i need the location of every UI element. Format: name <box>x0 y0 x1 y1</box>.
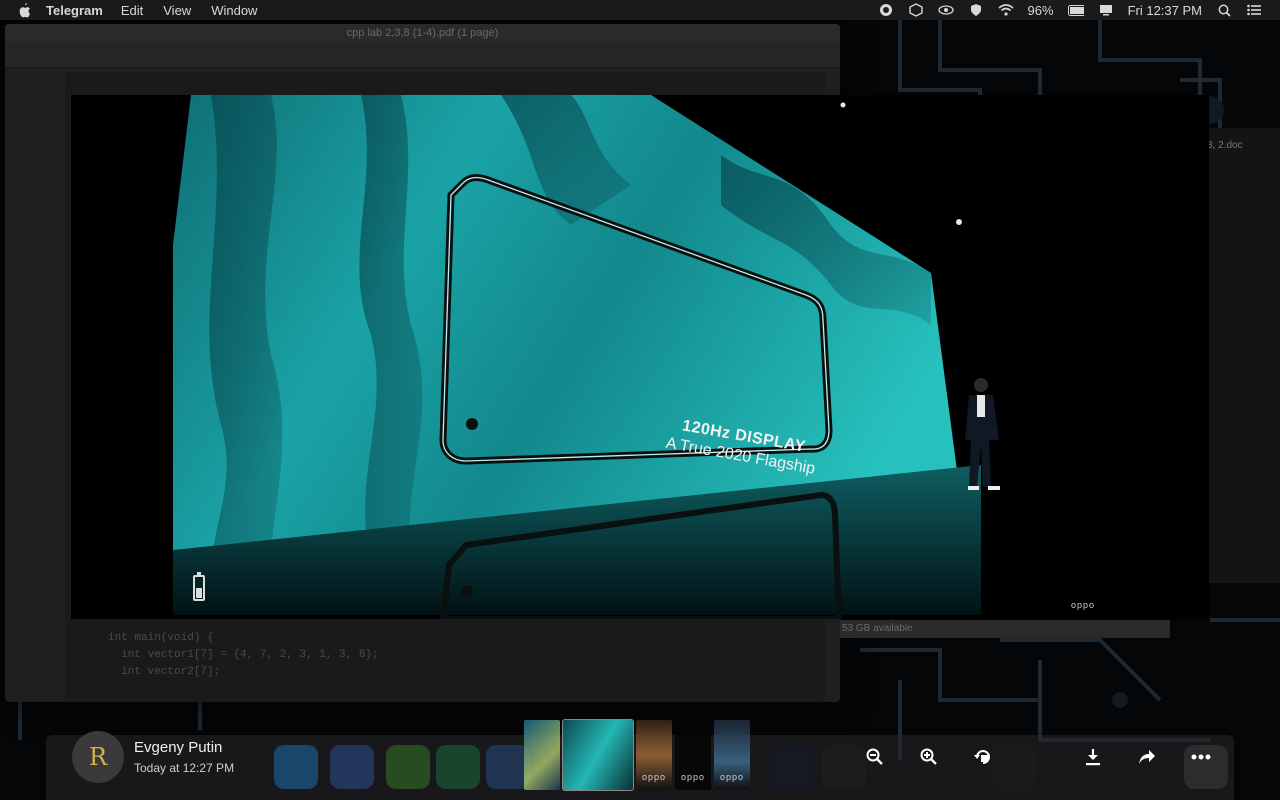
display-icon[interactable] <box>1098 3 1114 17</box>
brand-watermark: oppo <box>1071 600 1096 610</box>
zoom-in-button[interactable] <box>902 742 956 772</box>
record-icon[interactable] <box>878 3 894 17</box>
thumbnail-item[interactable] <box>524 720 560 790</box>
preview-toolbar <box>5 42 840 68</box>
thumbnail-item[interactable]: oppo <box>714 720 750 790</box>
media-viewer-actions <box>848 742 1228 772</box>
download-icon <box>1086 749 1100 766</box>
dock-app-skype-icon[interactable] <box>274 745 318 789</box>
wifi-icon[interactable] <box>998 3 1014 17</box>
zoom-out-button[interactable] <box>848 742 902 772</box>
side-doc-label: 3, 2.doc <box>1207 140 1243 151</box>
storage-status-bar: 53 GB available <box>840 620 1170 638</box>
thumbnail-item[interactable]: oppo <box>675 720 711 790</box>
avatar-logo-icon: R <box>88 743 108 771</box>
code-line: int main(void) { <box>108 632 214 644</box>
dock-app-excel-icon[interactable] <box>436 745 480 789</box>
thumbnail-item[interactable]: oppo <box>636 720 672 790</box>
media-thumbnail-strip: oppo oppo oppo <box>524 719 750 791</box>
shield-icon[interactable] <box>968 3 984 17</box>
zoom-out-icon <box>866 748 883 765</box>
media-viewer-photo[interactable]: 120Hz DISPLAY A True 2020 Flagship oppo <box>71 95 1209 619</box>
battery-percent[interactable]: 96% <box>1028 3 1054 18</box>
battery-indicator-icon <box>193 572 205 601</box>
code-snippet: int main(void) { int vector1[7] = {4, 7,… <box>108 630 379 681</box>
sender-time: Today at 12:27 PM <box>134 761 235 775</box>
battery-icon[interactable] <box>1067 3 1084 17</box>
side-window: 3, 2.doc <box>1205 128 1280 583</box>
menu-app-telegram[interactable]: Telegram <box>46 3 103 18</box>
download-button[interactable] <box>1066 742 1120 772</box>
zoom-in-icon <box>920 748 937 765</box>
apple-menu-icon[interactable] <box>18 2 34 18</box>
notification-center-icon[interactable] <box>1246 3 1262 17</box>
media-sender-info: R Evgeny Putin Today at 12:27 PM <box>72 731 234 783</box>
code-line: int vector2[7]; <box>108 666 221 678</box>
dock-app-screen-icon[interactable] <box>330 745 374 789</box>
share-icon <box>1139 750 1155 764</box>
thumb-brand-label: oppo <box>719 772 745 782</box>
eye-icon[interactable] <box>937 3 954 17</box>
sender-text: Evgeny Putin Today at 12:27 PM <box>134 739 234 775</box>
thumb-brand-label: oppo <box>680 772 706 782</box>
dock-app-torrent-icon[interactable] <box>386 745 430 789</box>
menu-edit[interactable]: Edit <box>121 3 143 18</box>
thumb-brand-label: oppo <box>641 772 667 782</box>
rotate-icon <box>974 750 990 764</box>
battery-fill <box>196 588 202 598</box>
presentation-stage-image <box>173 95 1000 619</box>
menu-window[interactable]: Window <box>211 3 257 18</box>
menu-clock[interactable]: Fri 12:37 PM <box>1128 3 1202 18</box>
dock-app-photoshop-icon[interactable] <box>770 745 814 789</box>
avatar[interactable]: R <box>72 731 124 783</box>
menu-view[interactable]: View <box>163 3 191 18</box>
more-icon <box>1191 754 1211 760</box>
sender-name[interactable]: Evgeny Putin <box>134 739 234 756</box>
spotlight-search-icon[interactable] <box>1216 3 1232 17</box>
preview-window-title: cpp lab 2,3,8 (1-4).pdf (1 page) <box>5 24 840 42</box>
rotate-button[interactable] <box>956 742 1010 772</box>
thumbnail-item-current[interactable] <box>562 719 634 791</box>
menu-bar: Telegram Edit View Window 96% Fri 12:37 … <box>0 0 1280 20</box>
status-area: 96% Fri 12:37 PM <box>878 3 1262 18</box>
share-button[interactable] <box>1120 742 1174 772</box>
cube-icon[interactable] <box>908 3 924 17</box>
code-line: int vector1[7] = {4, 7, 2, 3, 1, 3, 8}; <box>108 649 379 661</box>
more-button[interactable] <box>1174 742 1228 772</box>
